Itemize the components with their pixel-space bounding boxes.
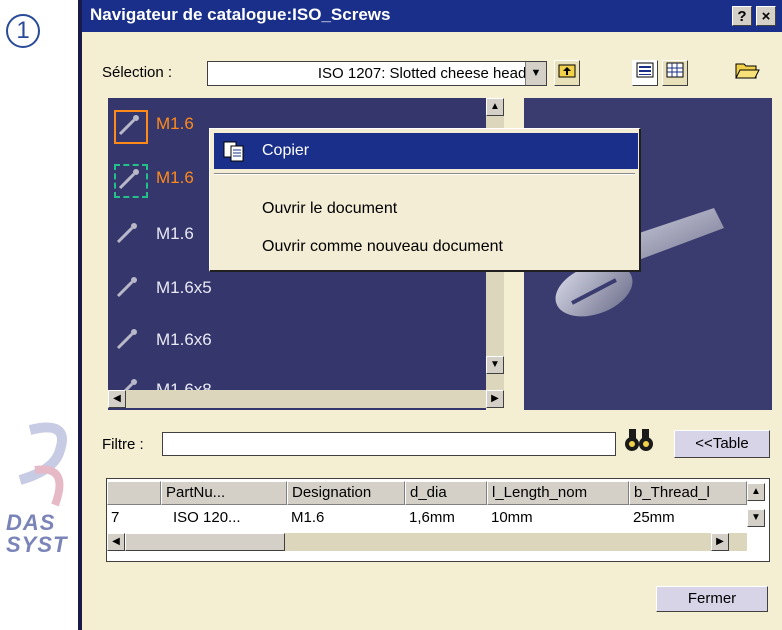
table-cell: M1.6 — [291, 509, 325, 526]
list-item[interactable]: M1.6x5 — [108, 268, 486, 308]
binoculars-icon — [625, 429, 653, 451]
logo-text-line2: SYST — [6, 532, 68, 557]
screw-icon — [114, 326, 144, 356]
parts-table[interactable]: PartNu... Designation d_dia l_Length_nom… — [106, 478, 770, 562]
table-header-cell[interactable]: l_Length_nom — [487, 481, 629, 505]
table-scroll-right-icon[interactable]: ▶ — [711, 533, 729, 551]
table-horizontal-scrollbar[interactable]: ◀ ▶ — [107, 533, 747, 551]
copy-icon — [223, 141, 244, 162]
table-header-cell[interactable]: Designation — [287, 481, 405, 505]
table-view-icon — [666, 62, 684, 78]
logo-swoosh-icon — [18, 422, 67, 507]
list-view-icon — [636, 62, 654, 78]
list-view-button[interactable] — [632, 60, 658, 86]
table-cell: 7 — [111, 509, 120, 526]
catalog-browser-dialog: Navigateur de catalogue:ISO_Screws ? × S… — [78, 0, 782, 630]
filter-input[interactable] — [162, 432, 616, 456]
close-window-button[interactable]: × — [756, 6, 776, 26]
table-header-cell[interactable]: b_Thread_l — [629, 481, 747, 505]
list-item-label: M1.6x5 — [156, 278, 212, 297]
open-folder-button[interactable] — [734, 58, 760, 84]
title-bar: Navigateur de catalogue:ISO_Screws ? × — [82, 0, 782, 32]
menu-separator — [214, 173, 635, 175]
step-number-badge: 1 — [6, 14, 40, 48]
selection-combo[interactable]: ISO 1207: Slotted cheese head s ▼ — [207, 61, 547, 86]
search-button[interactable] — [622, 426, 656, 458]
table-toggle-button[interactable]: <<Table — [674, 430, 770, 458]
table-header-cell[interactable]: PartNu... — [161, 481, 287, 505]
screw-icon — [114, 164, 148, 198]
dassault-logo: DAS SYST — [0, 410, 80, 600]
parent-folder-button[interactable] — [554, 60, 580, 86]
list-item-label: M1.6 — [156, 224, 194, 243]
menu-item-open-document[interactable]: Ouvrir le document — [214, 191, 638, 227]
menu-item-label: Ouvrir le document — [262, 200, 398, 217]
table-cell: 25mm — [633, 509, 675, 526]
scroll-right-icon[interactable]: ▶ — [486, 390, 504, 408]
menu-item-label: Ouvrir comme nouveau document — [262, 238, 503, 255]
screw-icon — [114, 110, 148, 144]
chevron-down-icon[interactable]: ▼ — [525, 62, 546, 85]
window-title: Navigateur de catalogue:ISO_Screws — [90, 5, 391, 24]
context-menu: Copier Ouvrir le document Ouvrir comme n… — [209, 128, 641, 272]
close-button[interactable]: Fermer — [656, 586, 768, 612]
list-item[interactable]: M1.6x6 — [108, 320, 486, 360]
screw-icon — [114, 220, 144, 250]
table-scroll-left-icon[interactable]: ◀ — [107, 533, 125, 551]
selection-value: ISO 1207: Slotted cheese head s — [317, 65, 538, 82]
table-scroll-down-icon[interactable]: ▼ — [747, 509, 765, 527]
table-scroll-thumb[interactable] — [125, 533, 285, 551]
list-item-label: M1.6x6 — [156, 330, 212, 349]
open-folder-icon — [735, 63, 760, 79]
filter-label: Filtre : — [102, 436, 144, 453]
table-view-button[interactable] — [662, 60, 688, 86]
table-header-cell[interactable] — [107, 481, 161, 505]
menu-item-open-as-new-document[interactable]: Ouvrir comme nouveau document — [214, 229, 638, 265]
selection-label: Sélection : — [102, 64, 173, 81]
table-header-cell[interactable]: d_dia — [405, 481, 487, 505]
scroll-left-icon[interactable]: ◀ — [108, 390, 126, 408]
list-item-label: M1.6 — [156, 114, 194, 133]
menu-item-copy[interactable]: Copier — [214, 133, 638, 169]
folder-up-icon — [558, 64, 576, 78]
list-horizontal-scrollbar[interactable]: ◀ ▶ — [108, 390, 504, 408]
menu-item-label: Copier — [262, 142, 310, 159]
screw-icon — [114, 274, 144, 304]
scroll-up-icon[interactable]: ▲ — [486, 98, 504, 116]
table-cell: ISO 120... — [173, 509, 241, 526]
scroll-down-icon[interactable]: ▼ — [486, 356, 504, 374]
table-scroll-up-icon[interactable]: ▲ — [747, 483, 765, 501]
help-button[interactable]: ? — [732, 6, 752, 26]
table-cell: 1,6mm — [409, 509, 455, 526]
list-item-label: M1.6 — [156, 168, 194, 187]
table-cell: 10mm — [491, 509, 533, 526]
